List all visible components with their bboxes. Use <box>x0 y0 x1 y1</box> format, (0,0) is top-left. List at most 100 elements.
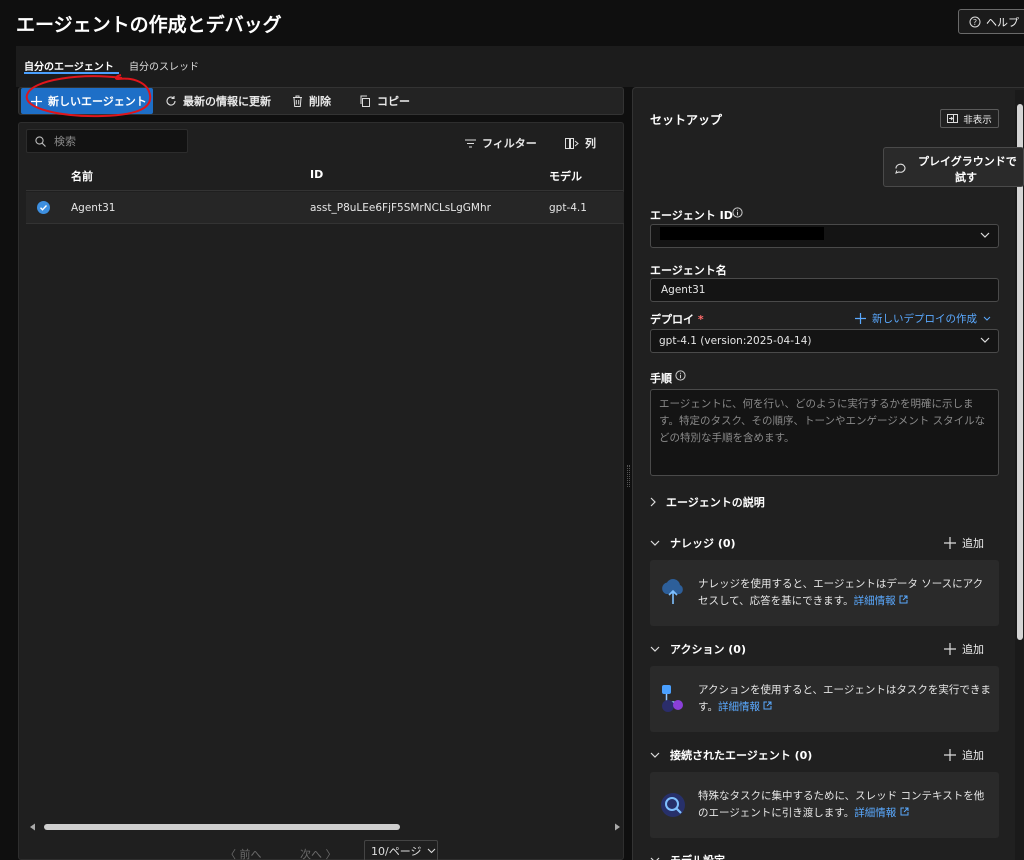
knowledge-info-card: ナレッジを使用すると、エージェントはデータ ソースにアクセスして、応答を基にでき… <box>650 560 999 626</box>
knowledge-description: ナレッジを使用すると、エージェントはデータ ソースにアクセスして、応答を基にでき… <box>698 578 984 607</box>
delete-button[interactable]: 削除 <box>292 88 331 114</box>
columns-icon <box>565 137 579 149</box>
page-size-value: 10/ページ <box>371 845 422 858</box>
workflow-icon <box>660 684 686 712</box>
knowledge-section-toggle[interactable]: ナレッジ (0) <box>650 535 736 551</box>
columns-label: 列 <box>585 137 596 150</box>
knowledge-section-label: ナレッジ (0) <box>670 537 736 550</box>
learn-more-label: 詳細情報 <box>717 701 760 713</box>
connected-agents-info-text: 特殊なタスクに集中するために、スレッド コンテキストを他のエージェントに引き渡し… <box>698 788 993 822</box>
column-header-name[interactable]: 名前 <box>71 168 93 184</box>
column-header-id[interactable]: ID <box>310 168 323 181</box>
model-settings-section-toggle[interactable]: モデル設定 <box>650 852 725 860</box>
connected-agents-info-card: 特殊なタスクに集中するために、スレッド コンテキストを他のエージェントに引き渡し… <box>650 772 999 838</box>
pager-previous-label: 前へ <box>239 848 262 860</box>
new-deployment-button[interactable]: 新しいデプロイの作成 <box>855 311 991 326</box>
search-input[interactable] <box>54 134 174 148</box>
add-action-button[interactable]: 追加 <box>944 641 984 657</box>
pager-next[interactable]: 次へ 〉 <box>300 846 337 860</box>
actions-section-toggle[interactable]: アクション (0) <box>650 641 746 657</box>
actions-info-card: アクションを使用すると、エージェントはタスクを実行できます。詳細情報 <box>650 666 999 732</box>
refresh-button[interactable]: 最新の情報に更新 <box>165 88 271 114</box>
info-icon <box>675 370 686 381</box>
red-circle-annotation <box>25 74 152 118</box>
new-deployment-label: 新しいデプロイの作成 <box>872 313 977 325</box>
connected-agents-section-toggle[interactable]: 接続されたエージェント (0) <box>650 747 812 763</box>
agent-description-section-toggle[interactable]: エージェントの説明 <box>650 494 765 510</box>
redacted-agent-id <box>660 227 824 240</box>
filter-icon <box>465 138 476 148</box>
help-label: ヘルプ <box>986 15 1019 29</box>
pager-previous[interactable]: 〈 前へ <box>225 846 262 860</box>
agent-name-value: Agent31 <box>661 284 706 296</box>
plus-icon <box>855 313 866 324</box>
filter-button[interactable]: フィルター <box>465 135 537 151</box>
row-agent-model: gpt-4.1 <box>549 202 587 214</box>
refresh-icon <box>165 95 177 107</box>
deploy-label-text: デプロイ <box>650 313 694 326</box>
chevron-down-icon <box>650 540 660 546</box>
columns-button[interactable]: 列 <box>565 135 596 151</box>
search-agent-icon <box>660 791 686 819</box>
pager-next-label: 次へ <box>300 848 322 860</box>
agent-list-panel <box>18 122 624 860</box>
agent-name-field[interactable]: Agent31 <box>650 278 999 302</box>
help-button[interactable]: ? ヘルプ <box>958 9 1024 34</box>
required-marker: * <box>697 313 704 326</box>
playground-label-line2: 試す <box>955 171 977 184</box>
deploy-label: デプロイ * <box>650 311 704 327</box>
instructions-label: 手順 <box>650 372 672 385</box>
actions-section-label: アクション (0) <box>670 643 746 656</box>
instructions-textarea[interactable]: エージェントに、何を行い、どのように実行するかを明確に示します。特定のタスク、そ… <box>650 389 999 476</box>
copy-icon <box>359 95 371 107</box>
learn-more-label: 詳細情報 <box>854 807 897 819</box>
header-divider <box>26 190 624 191</box>
agent-description-section-label: エージェントの説明 <box>666 496 765 509</box>
learn-more-label: 詳細情報 <box>853 595 896 607</box>
search-box[interactable] <box>26 129 188 153</box>
column-header-model[interactable]: モデル <box>549 168 582 184</box>
filter-label: フィルター <box>482 137 537 150</box>
cloud-upload-icon <box>660 578 686 606</box>
deployment-select[interactable]: gpt-4.1 (version:2025-04-14) <box>650 329 999 353</box>
row-agent-name: Agent31 <box>71 202 116 214</box>
plus-icon <box>944 537 956 549</box>
add-connected-agent-label: 追加 <box>962 749 984 762</box>
hide-button[interactable]: 非表示 <box>940 109 999 128</box>
chevron-down-icon <box>980 232 990 239</box>
search-icon <box>35 135 46 147</box>
info-icon <box>732 207 743 218</box>
tab-my-threads[interactable]: 自分のスレッド <box>129 58 199 73</box>
instructions-placeholder: エージェントに、何を行い、どのように実行するかを明確に示します。特定のタスク、そ… <box>659 398 986 444</box>
actions-info-text: アクションを使用すると、エージェントはタスクを実行できます。詳細情報 <box>698 682 993 716</box>
try-in-playground-button[interactable]: プレイグラウンドで 試す <box>883 147 1024 187</box>
delete-label: 削除 <box>309 95 331 108</box>
tab-bar: 自分のエージェント 自分のスレッド <box>16 46 1024 87</box>
knowledge-info-text: ナレッジを使用すると、エージェントはデータ ソースにアクセスして、応答を基にでき… <box>698 576 993 610</box>
plus-icon <box>944 749 956 761</box>
add-connected-agent-button[interactable]: 追加 <box>944 747 984 763</box>
model-settings-section-label: モデル設定 <box>670 852 725 860</box>
copy-button[interactable]: コピー <box>359 88 410 114</box>
knowledge-learn-more-link[interactable]: 詳細情報 <box>854 595 908 607</box>
actions-learn-more-link[interactable]: 詳細情報 <box>718 701 772 713</box>
panel-resize-handle[interactable] <box>627 465 630 487</box>
add-knowledge-button[interactable]: 追加 <box>944 535 984 551</box>
hide-label: 非表示 <box>963 114 992 126</box>
add-knowledge-label: 追加 <box>962 537 984 550</box>
help-icon: ? <box>969 16 981 28</box>
horizontal-scroll-thumb[interactable] <box>44 824 400 830</box>
row-selected-check-icon[interactable] <box>37 201 50 214</box>
page-size-select[interactable]: 10/ページ <box>364 840 438 860</box>
trash-icon <box>292 95 303 107</box>
refresh-label: 最新の情報に更新 <box>183 95 271 108</box>
tab-my-agents[interactable]: 自分のエージェント <box>24 58 114 73</box>
setup-title: セットアップ <box>650 113 723 127</box>
page-title: エージェントの作成とデバッグ <box>16 14 282 36</box>
chevron-down-icon <box>980 337 990 344</box>
deployment-value: gpt-4.1 (version:2025-04-14) <box>659 335 812 347</box>
chevron-down-icon <box>650 752 660 758</box>
connected-agents-learn-more-link[interactable]: 詳細情報 <box>854 807 909 819</box>
chevron-down-icon <box>983 316 991 321</box>
chevron-down-icon <box>650 646 660 652</box>
